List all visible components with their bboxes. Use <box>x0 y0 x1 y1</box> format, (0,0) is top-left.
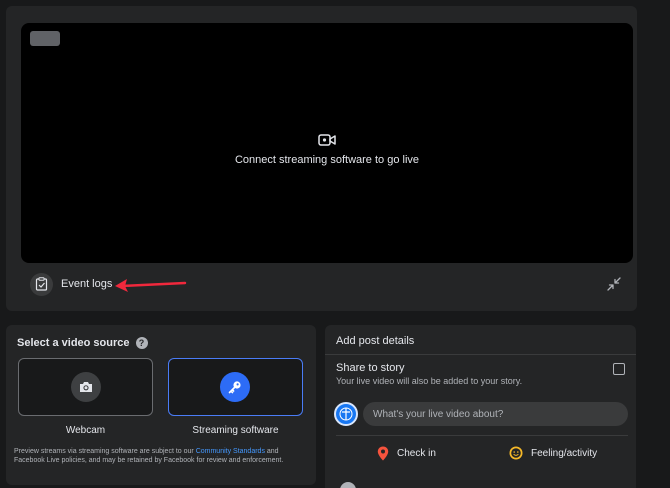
preview-message: Connect streaming software to go live <box>234 154 420 166</box>
smiley-icon <box>509 446 523 460</box>
divider <box>336 435 628 436</box>
preview-policy-note: Preview streams via streaming software a… <box>14 447 309 465</box>
share-to-story-checkbox[interactable] <box>613 363 625 375</box>
preview-status-badge <box>30 31 60 46</box>
share-to-story-subtitle: Your live video will also be added to yo… <box>336 376 523 386</box>
partial-row-icon <box>340 482 356 488</box>
feeling-activity-button[interactable]: Feeling/activity <box>509 446 597 460</box>
live-video-description-input[interactable] <box>363 402 628 426</box>
share-to-story-title: Share to story <box>336 362 405 374</box>
event-logs-label: Event logs <box>61 278 113 290</box>
event-logs-button[interactable]: Event logs <box>30 272 112 296</box>
video-source-title: Select a video source <box>17 337 130 349</box>
check-in-label: Check in <box>397 448 436 459</box>
stream-preview: Connect streaming software to go live <box>21 23 633 263</box>
streaming-software-label: Streaming software <box>192 425 279 436</box>
camera-icon <box>71 372 101 402</box>
red-arrow-annotation <box>115 279 187 292</box>
collapse-icon[interactable] <box>607 277 621 291</box>
help-icon[interactable]: ? <box>135 337 148 349</box>
note-prefix: Preview streams via streaming software a… <box>14 448 196 455</box>
streaming-software-option[interactable] <box>168 358 303 416</box>
post-details-panel: Add post details Share to story Your liv… <box>325 325 636 488</box>
key-icon <box>220 372 250 402</box>
live-producer-screen: Connect streaming software to go live Ev… <box>0 0 670 488</box>
video-source-panel: Select a video source ? Webcam Streaming… <box>6 325 316 485</box>
video-source-heading: Select a video source ? <box>17 337 148 349</box>
location-pin-icon <box>377 446 389 461</box>
feeling-activity-label: Feeling/activity <box>531 447 598 459</box>
check-in-button[interactable]: Check in <box>377 446 436 461</box>
webcam-label: Webcam <box>65 425 106 436</box>
divider <box>325 354 636 355</box>
community-standards-link[interactable]: Community Standards <box>196 448 265 455</box>
live-preview-panel: Connect streaming software to go live <box>6 6 637 311</box>
avatar <box>334 402 358 426</box>
post-details-title: Add post details <box>336 335 415 347</box>
webcam-option[interactable] <box>18 358 153 416</box>
video-camera-icon <box>318 134 336 146</box>
clipboard-check-icon <box>30 272 53 296</box>
